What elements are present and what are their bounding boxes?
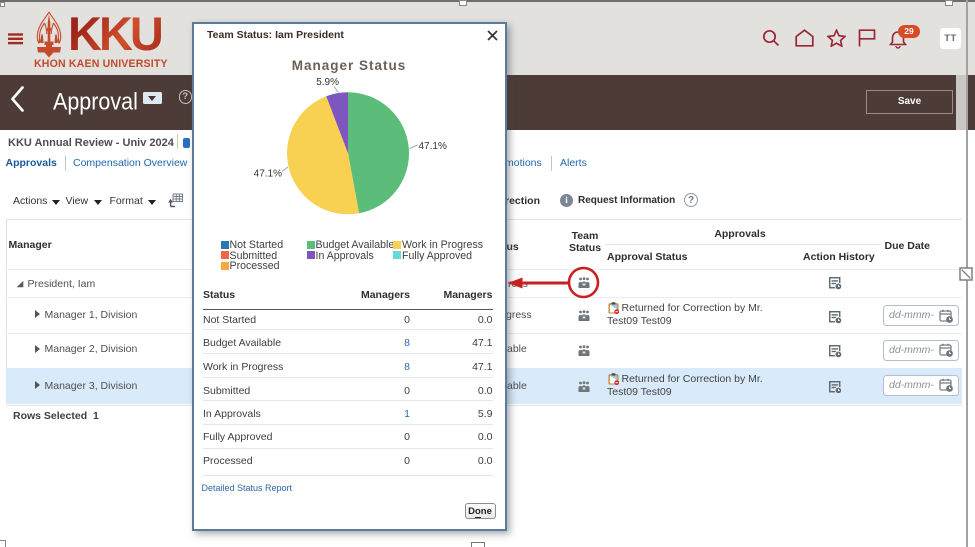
- svg-text:5.9%: 5.9%: [316, 77, 339, 88]
- svg-text:47.1%: 47.1%: [254, 169, 282, 180]
- svg-text:47.1%: 47.1%: [419, 141, 447, 152]
